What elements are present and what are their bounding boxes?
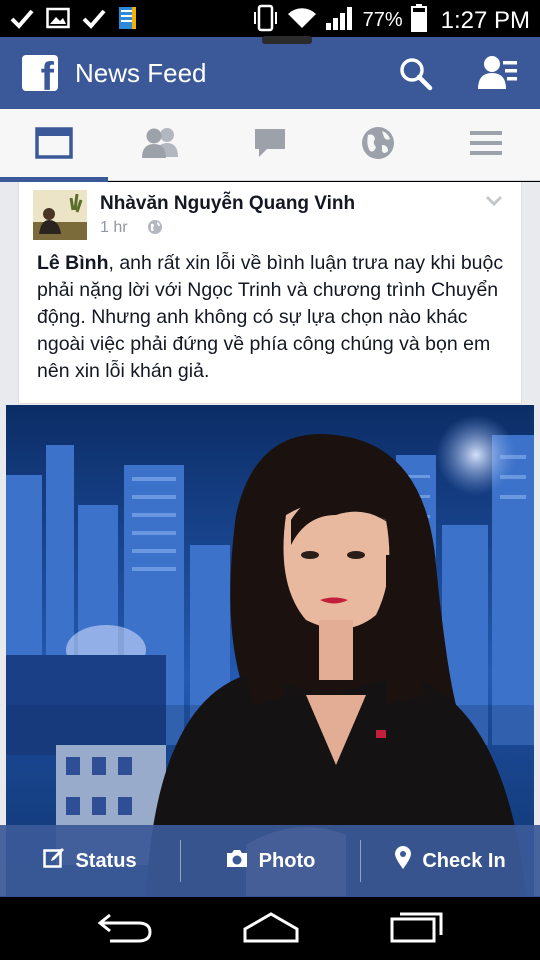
status-label: Status (75, 849, 137, 872)
battery-icon (410, 4, 427, 37)
recent-apps-icon[interactable] (390, 911, 444, 948)
status-button[interactable]: Status (0, 825, 180, 897)
notification-icons (10, 6, 138, 30)
post-text: Lê Bình, anh rất xin lỗi về bình luận tr… (37, 250, 517, 385)
news-feed[interactable]: Nhàvăn Nguyễn Quang Vinh 1 hr Lê Bình, a… (0, 182, 540, 896)
status-bar: 77% 1:27 PM (0, 0, 540, 37)
check-icon (82, 7, 106, 29)
photo-button[interactable]: Photo (180, 825, 360, 897)
vibrate-icon (253, 4, 279, 37)
chevron-down-icon[interactable] (485, 194, 503, 212)
menu-icon (468, 128, 504, 163)
friend-requests-icon[interactable] (478, 55, 520, 96)
camera-icon (225, 848, 249, 874)
mentioned-user[interactable]: Lê Bình (37, 252, 109, 274)
image-icon (46, 7, 70, 29)
tab-bar (0, 109, 540, 182)
messages-icon (253, 127, 287, 164)
wifi-icon (287, 6, 317, 35)
post-author[interactable]: Nhàvăn Nguyễn Quang Vinh (100, 193, 355, 215)
page-title: News Feed (75, 58, 207, 88)
friends-icon (140, 127, 182, 164)
system-status: 77% 1:27 PM (253, 4, 530, 37)
screen-notch (262, 36, 312, 44)
tab-more[interactable] (466, 127, 506, 163)
signal-icon (325, 5, 355, 36)
tab-messages[interactable] (250, 127, 290, 163)
globe-icon (360, 125, 396, 166)
check-in-button[interactable]: Check In (360, 825, 540, 897)
post-photo[interactable] (6, 405, 534, 896)
app-header: f News Feed (0, 37, 540, 109)
check-icon (10, 7, 34, 29)
book-icon (118, 6, 138, 30)
check-in-label: Check In (422, 849, 506, 872)
composer-bar: Status Photo Check In (0, 825, 540, 897)
facebook-logo[interactable]: f (22, 55, 58, 91)
clock: 1:27 PM (440, 6, 530, 34)
news-feed-icon (35, 126, 73, 164)
avatar[interactable] (33, 190, 87, 240)
tab-notifications[interactable] (358, 125, 398, 166)
search-icon[interactable] (398, 56, 434, 97)
back-icon[interactable] (96, 911, 154, 948)
battery-percent: 77% (362, 9, 403, 31)
post-timestamp[interactable]: 1 hr (100, 219, 128, 237)
home-icon[interactable] (242, 911, 300, 948)
globe-icon (147, 219, 163, 240)
feed-post: Nhàvăn Nguyễn Quang Vinh 1 hr Lê Bình, a… (18, 182, 522, 404)
photo-label: Photo (258, 849, 316, 872)
edit-icon (43, 847, 65, 875)
tab-news-feed[interactable] (34, 126, 74, 164)
tab-friends[interactable] (141, 127, 181, 163)
system-nav-bar (0, 897, 540, 960)
location-pin-icon (394, 846, 412, 876)
